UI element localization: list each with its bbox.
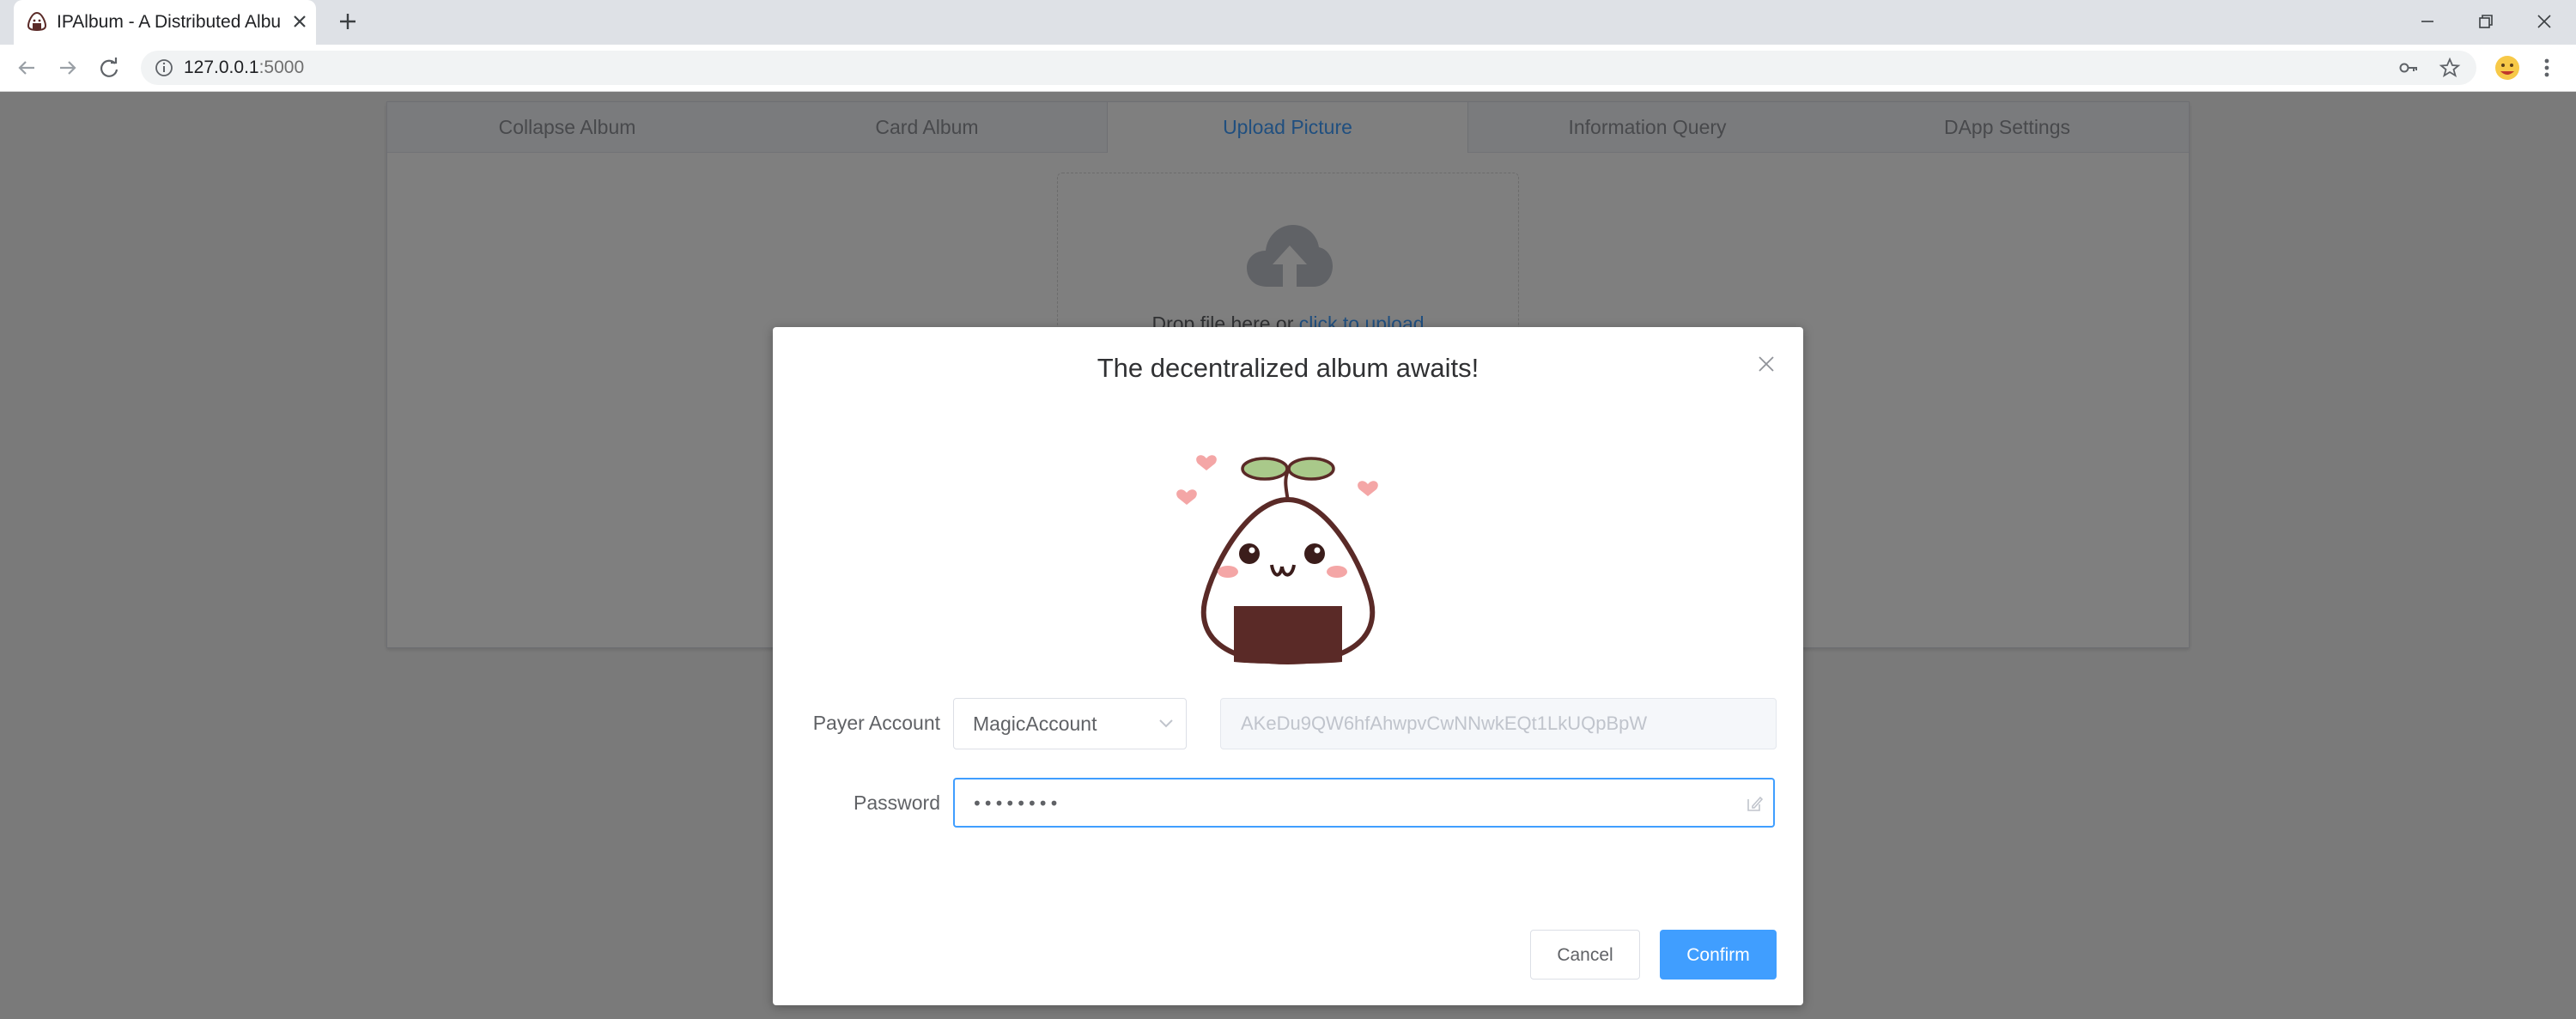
password-input[interactable]	[972, 790, 1728, 817]
payer-account-value: MagicAccount	[973, 713, 1097, 735]
profile-avatar-icon[interactable]	[2493, 53, 2522, 82]
payer-account-label: Payer Account	[812, 712, 940, 734]
payment-dialog: The decentralized album awaits! Payer Ac…	[773, 327, 1803, 1005]
restore-icon[interactable]	[2473, 9, 2499, 34]
payer-address-field: AKeDu9QW6hfAhwpvCwNNwkEQt1LkUQpBpW	[1220, 698, 1777, 749]
browser-menu-icon[interactable]	[2538, 53, 2555, 82]
key-icon[interactable]	[2397, 57, 2420, 79]
site-info-icon[interactable]	[155, 58, 173, 77]
onigiri-favicon-icon	[27, 11, 47, 32]
dialog-title: The decentralized album awaits!	[1097, 353, 1479, 383]
browser-toolbar: 127.0.0.1:5000	[0, 45, 2576, 92]
address-bar[interactable]: 127.0.0.1:5000	[141, 51, 2476, 85]
confirm-button[interactable]: Confirm	[1660, 930, 1777, 980]
edit-icon[interactable]	[1745, 794, 1764, 813]
payer-account-select[interactable]: MagicAccount	[953, 698, 1187, 749]
window-close-icon[interactable]	[2531, 9, 2557, 34]
chevron-down-icon	[1159, 719, 1173, 728]
tab-close-icon[interactable]	[289, 10, 311, 33]
password-field[interactable]	[953, 778, 1775, 828]
reload-icon[interactable]	[96, 55, 122, 81]
url-host: 127.0.0.1	[184, 58, 259, 77]
new-tab-plus-icon[interactable]	[337, 10, 359, 33]
dialog-close-icon[interactable]	[1757, 355, 1776, 373]
url-port: :5000	[258, 58, 305, 77]
browser-tab-title: IPAlbum - A Distributed Album	[57, 12, 280, 32]
browser-tabstrip: IPAlbum - A Distributed Album	[0, 0, 2576, 45]
back-arrow-icon[interactable]	[14, 55, 39, 81]
onigiri-mascot-illustration	[1176, 455, 1378, 665]
browser-tab[interactable]: IPAlbum - A Distributed Album	[14, 0, 316, 45]
minimize-icon[interactable]	[2415, 9, 2440, 34]
bookmark-star-icon[interactable]	[2439, 57, 2461, 79]
password-label: Password	[854, 792, 940, 814]
url-text: 127.0.0.1:5000	[184, 58, 304, 78]
payer-address-value: AKeDu9QW6hfAhwpvCwNNwkEQt1LkUQpBpW	[1241, 713, 1648, 734]
cancel-button[interactable]: Cancel	[1530, 930, 1640, 980]
forward-arrow-icon[interactable]	[55, 55, 81, 81]
